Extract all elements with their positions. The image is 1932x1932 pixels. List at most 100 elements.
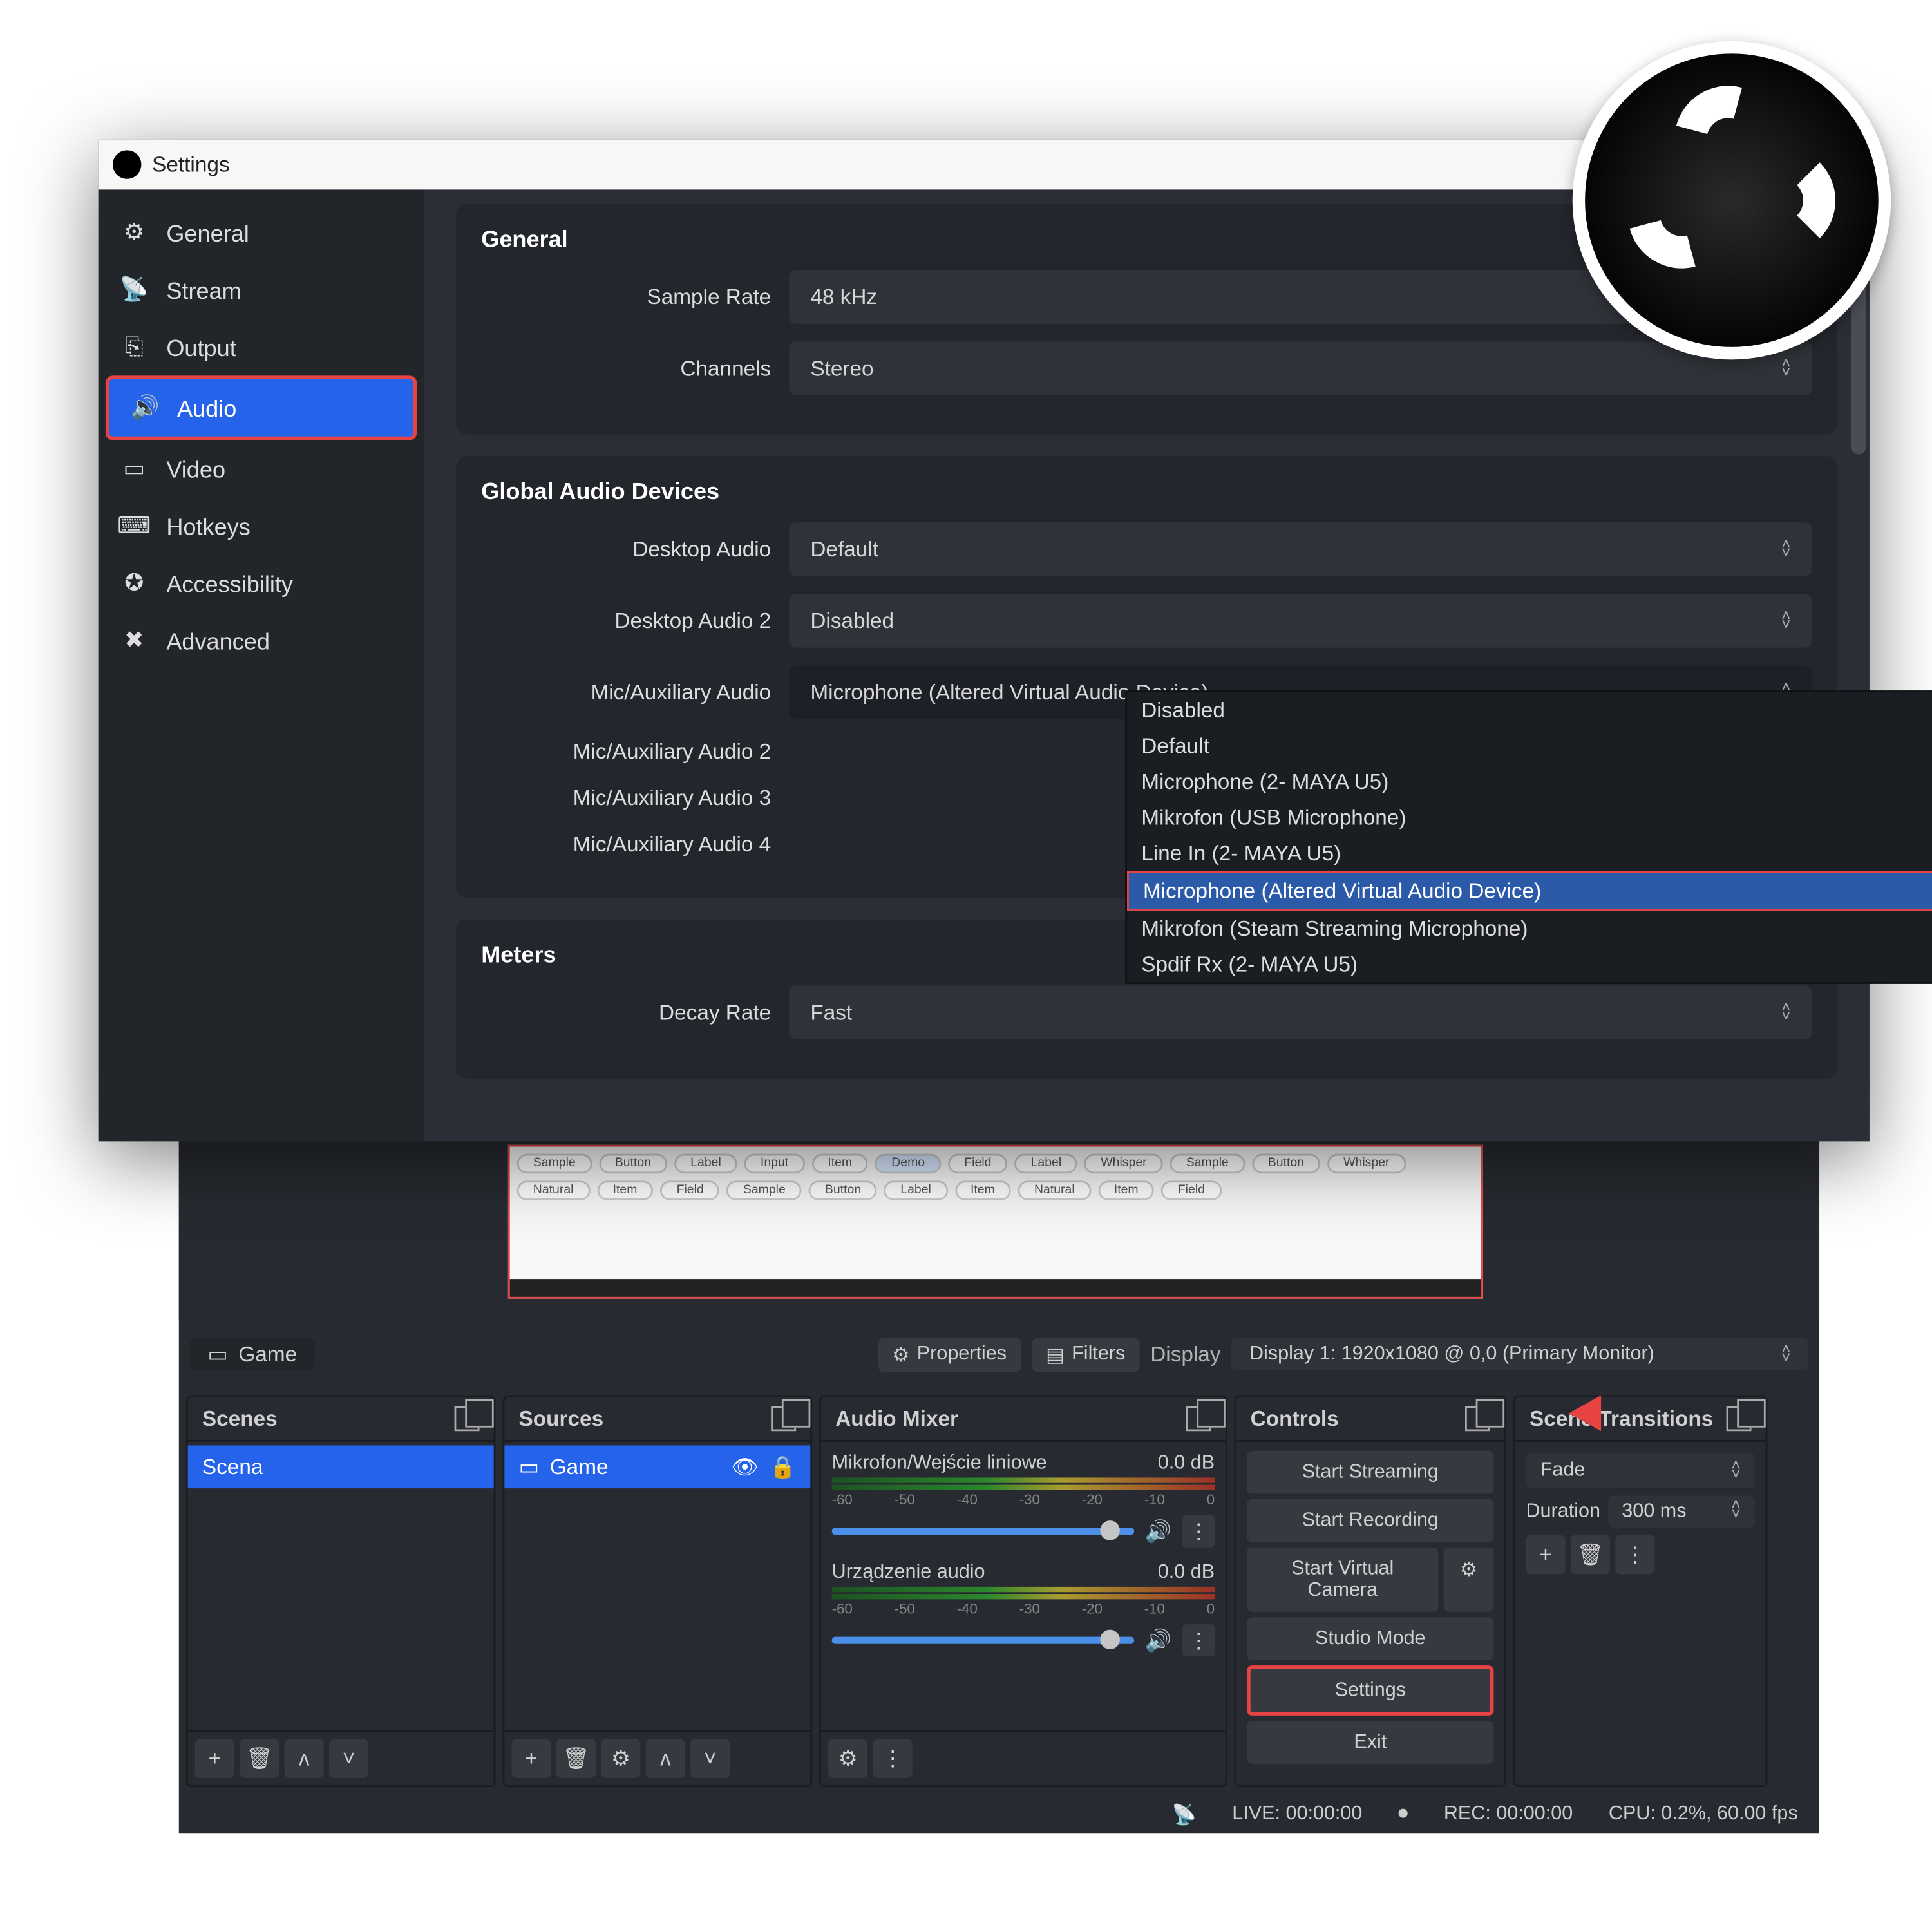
channels-select[interactable]: Stereo˄˅	[789, 342, 1812, 395]
tools-icon: ✖	[120, 626, 148, 654]
eye-icon[interactable]: 👁	[732, 1454, 759, 1479]
antenna-icon: 📡	[120, 276, 148, 304]
desktop-audio-select[interactable]: Default˄˅	[789, 522, 1812, 576]
dropdown-option[interactable]: Mikrofon (USB Microphone)	[1127, 800, 1932, 836]
controls-dock: Controls Start Streaming Start Recording…	[1235, 1396, 1506, 1787]
scene-up-button[interactable]: ʌ	[285, 1739, 324, 1778]
source-name-label: Game	[238, 1341, 297, 1367]
mic-aux-dropdown[interactable]: Disabled Default Microphone (2- MAYA U5)…	[1125, 690, 1932, 984]
meter-bar	[832, 1594, 1215, 1599]
obs-logo	[1573, 41, 1891, 359]
decay-rate-select[interactable]: Fast˄˅	[789, 986, 1812, 1039]
cpu-status: CPU: 0.2%, 60.00 fps	[1609, 1803, 1798, 1824]
desktop-audio-2-select[interactable]: Disabled˄˅	[789, 594, 1812, 647]
nav-video[interactable]: ▭Video	[99, 440, 424, 497]
studio-mode-button[interactable]: Studio Mode	[1247, 1617, 1493, 1660]
transition-select[interactable]: Fade ˄˅	[1526, 1453, 1755, 1489]
popout-icon[interactable]	[1727, 1406, 1752, 1431]
dropdown-option-selected[interactable]: Microphone (Altered Virtual Audio Device…	[1127, 871, 1932, 911]
gear-icon: ⚙	[892, 1343, 909, 1366]
preview-canvas[interactable]: SampleButtonLabelInputItemDemoFieldLabel…	[508, 1145, 1483, 1299]
dropdown-option[interactable]: Default	[1127, 728, 1932, 764]
speaker-icon[interactable]: 🔊	[1145, 1519, 1172, 1544]
source-up-button[interactable]: ʌ	[646, 1739, 685, 1778]
meter-scale: -60-50-40-30-20-100	[832, 1601, 1215, 1617]
nav-general[interactable]: ⚙General	[99, 204, 424, 261]
virtual-camera-settings-button[interactable]: ⚙	[1444, 1548, 1494, 1612]
start-recording-button[interactable]: Start Recording	[1247, 1499, 1493, 1542]
volume-slider[interactable]	[832, 1528, 1135, 1535]
nav-output[interactable]: ⎘Output	[99, 318, 424, 375]
remove-source-button[interactable]: 🗑	[556, 1739, 596, 1778]
scenes-dock: Scenes Scena + 🗑 ʌ ˅	[186, 1396, 496, 1787]
output-icon: ⎘	[120, 333, 148, 361]
record-icon: ⏺	[1398, 1803, 1408, 1826]
display-label: Display	[1150, 1341, 1220, 1367]
duration-label: Duration	[1526, 1501, 1600, 1522]
popout-icon[interactable]	[1186, 1406, 1211, 1431]
scene-item[interactable]: Scena	[188, 1445, 494, 1488]
remove-scene-button[interactable]: 🗑	[240, 1739, 279, 1778]
chevron-updown-icon: ˄˅	[1731, 1461, 1741, 1479]
volume-slider[interactable]	[832, 1637, 1135, 1644]
add-scene-button[interactable]: +	[195, 1739, 234, 1778]
popout-icon[interactable]	[771, 1406, 796, 1431]
dropdown-option[interactable]: Spdif Rx (2- MAYA U5)	[1127, 946, 1932, 982]
device-label: Mic/Auxiliary Audio	[481, 680, 789, 705]
dropdown-option[interactable]: Mikrofon (Steam Streaming Microphone)	[1127, 911, 1932, 947]
mixer-settings-button[interactable]: ⚙	[828, 1739, 867, 1778]
start-virtual-camera-button[interactable]: Start Virtual Camera	[1247, 1548, 1438, 1612]
nav-hotkeys[interactable]: ⌨Hotkeys	[99, 497, 424, 554]
duration-input[interactable]: 300 ms ˄˅	[1607, 1495, 1755, 1528]
selected-source[interactable]: ▭ Game	[189, 1338, 315, 1370]
dropdown-option[interactable]: Disabled	[1127, 692, 1932, 728]
source-down-button[interactable]: ˅	[690, 1739, 730, 1778]
device-label: Desktop Audio 2	[481, 608, 789, 633]
annotation-arrow	[1569, 1396, 1601, 1432]
nav-accessibility[interactable]: ✪Accessibility	[99, 554, 424, 612]
transition-menu-button[interactable]: ⋮	[1615, 1535, 1654, 1574]
exit-button[interactable]: Exit	[1247, 1721, 1493, 1764]
properties-button[interactable]: ⚙ Properties	[878, 1337, 1021, 1371]
chevron-updown-icon: ˄˅	[1781, 1003, 1791, 1021]
gear-icon: ⚙	[120, 218, 148, 247]
speaker-icon[interactable]: 🔊	[1145, 1628, 1172, 1653]
monitor-icon: ▭	[207, 1341, 228, 1367]
lock-icon[interactable]: 🔒	[770, 1454, 797, 1479]
mixer-title: Audio Mixer	[835, 1406, 958, 1431]
monitor-icon: ▭	[120, 455, 148, 483]
channel-menu-button[interactable]: ⋮	[1182, 1515, 1215, 1548]
mixer-menu-button[interactable]: ⋮	[873, 1739, 913, 1778]
live-label: LIVE:	[1232, 1803, 1280, 1824]
keyboard-icon: ⌨	[120, 511, 148, 540]
dropdown-option[interactable]: Microphone (2- MAYA U5)	[1127, 764, 1932, 800]
display-select[interactable]: Display 1: 1920x1080 @ 0,0 (Primary Moni…	[1231, 1338, 1808, 1370]
source-item[interactable]: ▭ Game 👁 🔒	[504, 1445, 810, 1488]
stepper-icon[interactable]: ˄˅	[1731, 1501, 1741, 1522]
rec-label: REC:	[1444, 1803, 1491, 1824]
monitor-icon: ▭	[519, 1454, 540, 1479]
device-label: Mic/Auxiliary Audio 3	[481, 785, 789, 810]
scene-down-button[interactable]: ˅	[329, 1739, 368, 1778]
chevron-updown-icon: ˄˅	[1781, 540, 1791, 558]
filters-button[interactable]: ▤ Filters	[1032, 1337, 1140, 1371]
nav-stream[interactable]: 📡Stream	[99, 261, 424, 319]
remove-transition-button[interactable]: 🗑	[1571, 1535, 1610, 1574]
meter-scale: -60-50-40-30-20-100	[832, 1492, 1215, 1508]
status-bar: 📡 LIVE: 00:00:00 ⏺ REC: 00:00:00 CPU: 0.…	[179, 1794, 1819, 1833]
popout-icon[interactable]	[455, 1406, 480, 1431]
settings-sidebar: ⚙General 📡Stream ⎘Output 🔊Audio ▭Video ⌨…	[99, 189, 424, 1141]
meter-bar	[832, 1587, 1215, 1592]
settings-button[interactable]: Settings	[1247, 1665, 1493, 1716]
add-source-button[interactable]: +	[511, 1739, 551, 1778]
add-transition-button[interactable]: +	[1526, 1535, 1565, 1574]
channel-menu-button[interactable]: ⋮	[1182, 1624, 1215, 1656]
sources-title: Sources	[519, 1406, 604, 1431]
dropdown-option[interactable]: Line In (2- MAYA U5)	[1127, 835, 1932, 871]
source-settings-button[interactable]: ⚙	[601, 1739, 640, 1778]
chevron-updown-icon: ˄˅	[1781, 1345, 1791, 1363]
popout-icon[interactable]	[1465, 1406, 1490, 1431]
nav-advanced[interactable]: ✖Advanced	[99, 612, 424, 669]
start-streaming-button[interactable]: Start Streaming	[1247, 1451, 1493, 1494]
nav-audio[interactable]: 🔊Audio	[106, 375, 417, 440]
